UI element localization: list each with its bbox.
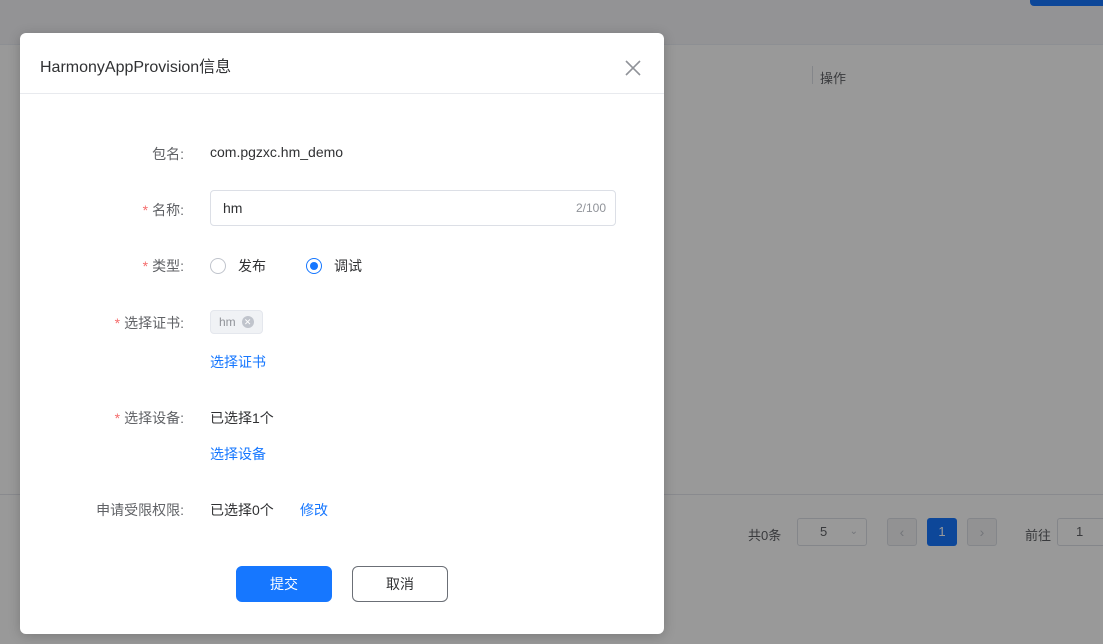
certificate-label: * 选择证书:	[114, 315, 184, 331]
name-input-wrapper[interactable]: 2/100	[210, 190, 616, 226]
radio-debug-label: 调试	[334, 258, 362, 274]
radio-release[interactable]: 发布	[210, 256, 266, 276]
permissions-label: 申请受限权限:	[96, 502, 184, 518]
certificate-tag-label: hm	[219, 315, 236, 329]
name-char-counter: 2/100	[575, 201, 606, 215]
package-value: com.pgzxc.hm_demo	[210, 144, 344, 160]
tag-close-icon[interactable]: ✕	[241, 316, 254, 328]
dialog-title: HarmonyAppProvision信息	[40, 59, 232, 76]
required-mark: *	[114, 410, 121, 426]
provision-dialog: HarmonyAppProvision信息 包名: com.pgzxc.hm_d…	[20, 33, 664, 634]
radio-circle-checked[interactable]	[306, 258, 322, 274]
radio-debug[interactable]: 调试	[306, 256, 362, 276]
dialog-header: HarmonyAppProvision信息	[20, 33, 664, 94]
radio-circle[interactable]	[210, 258, 226, 274]
name-input[interactable]	[223, 191, 553, 225]
type-label: * 类型:	[142, 258, 184, 274]
submit-button[interactable]: 提交	[236, 566, 332, 602]
name-label: * 名称:	[142, 202, 184, 218]
required-mark: *	[142, 258, 149, 274]
cancel-button[interactable]: 取消	[352, 566, 448, 602]
select-certificate-link[interactable]: 选择证书	[210, 352, 266, 372]
permissions-selected-count: 已选择0个	[210, 502, 274, 518]
device-label: * 选择设备:	[114, 410, 184, 426]
required-mark: *	[142, 202, 149, 218]
certificate-tag: hm ✕	[210, 310, 263, 334]
package-label: 包名:	[152, 146, 184, 162]
radio-release-label: 发布	[238, 258, 266, 274]
select-device-link[interactable]: 选择设备	[210, 444, 266, 464]
required-mark: *	[114, 315, 121, 331]
edit-permissions-link[interactable]: 修改	[300, 500, 328, 520]
close-icon[interactable]	[624, 59, 642, 77]
device-selected-count: 已选择1个	[210, 410, 274, 426]
